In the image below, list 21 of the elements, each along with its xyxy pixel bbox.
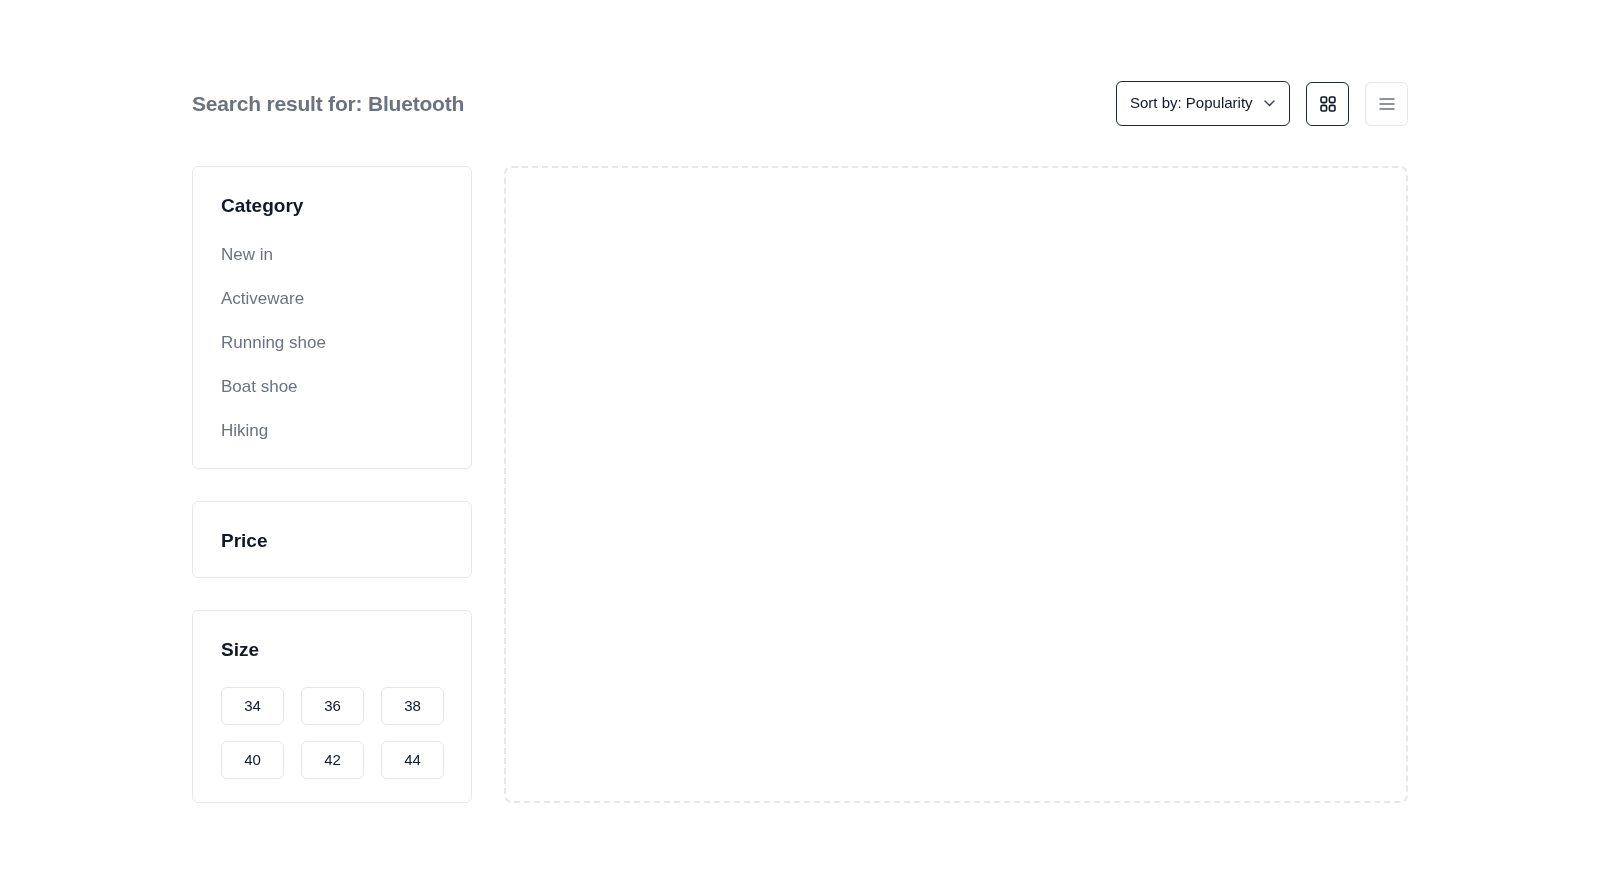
grid-view-button[interactable] (1306, 81, 1349, 126)
size-option[interactable]: 44 (381, 741, 444, 779)
filter-title: Price (221, 530, 269, 552)
size-option[interactable]: 40 (221, 741, 284, 779)
grid-icon (1319, 95, 1336, 112)
filter-title: Category (221, 195, 305, 217)
category-link[interactable]: Activeware (221, 287, 305, 311)
list-icon (1378, 95, 1395, 112)
size-option[interactable]: 38 (381, 687, 444, 725)
size-option[interactable]: 36 (301, 687, 364, 725)
search-result-heading: Search result for: Bluetooth (192, 90, 465, 117)
list-view-button[interactable] (1365, 81, 1408, 126)
size-option[interactable]: 42 (301, 741, 364, 779)
category-link[interactable]: New in (221, 243, 273, 267)
category-link[interactable]: Running shoe (221, 331, 326, 355)
size-option[interactable]: 34 (221, 687, 284, 725)
chevron-down-icon (1264, 100, 1275, 107)
category-link[interactable]: Hiking (221, 419, 269, 443)
sort-dropdown[interactable]: Sort by: Popularity (1116, 81, 1290, 126)
category-link[interactable]: Boat shoe (221, 375, 298, 399)
filter-title: Size (221, 639, 261, 661)
